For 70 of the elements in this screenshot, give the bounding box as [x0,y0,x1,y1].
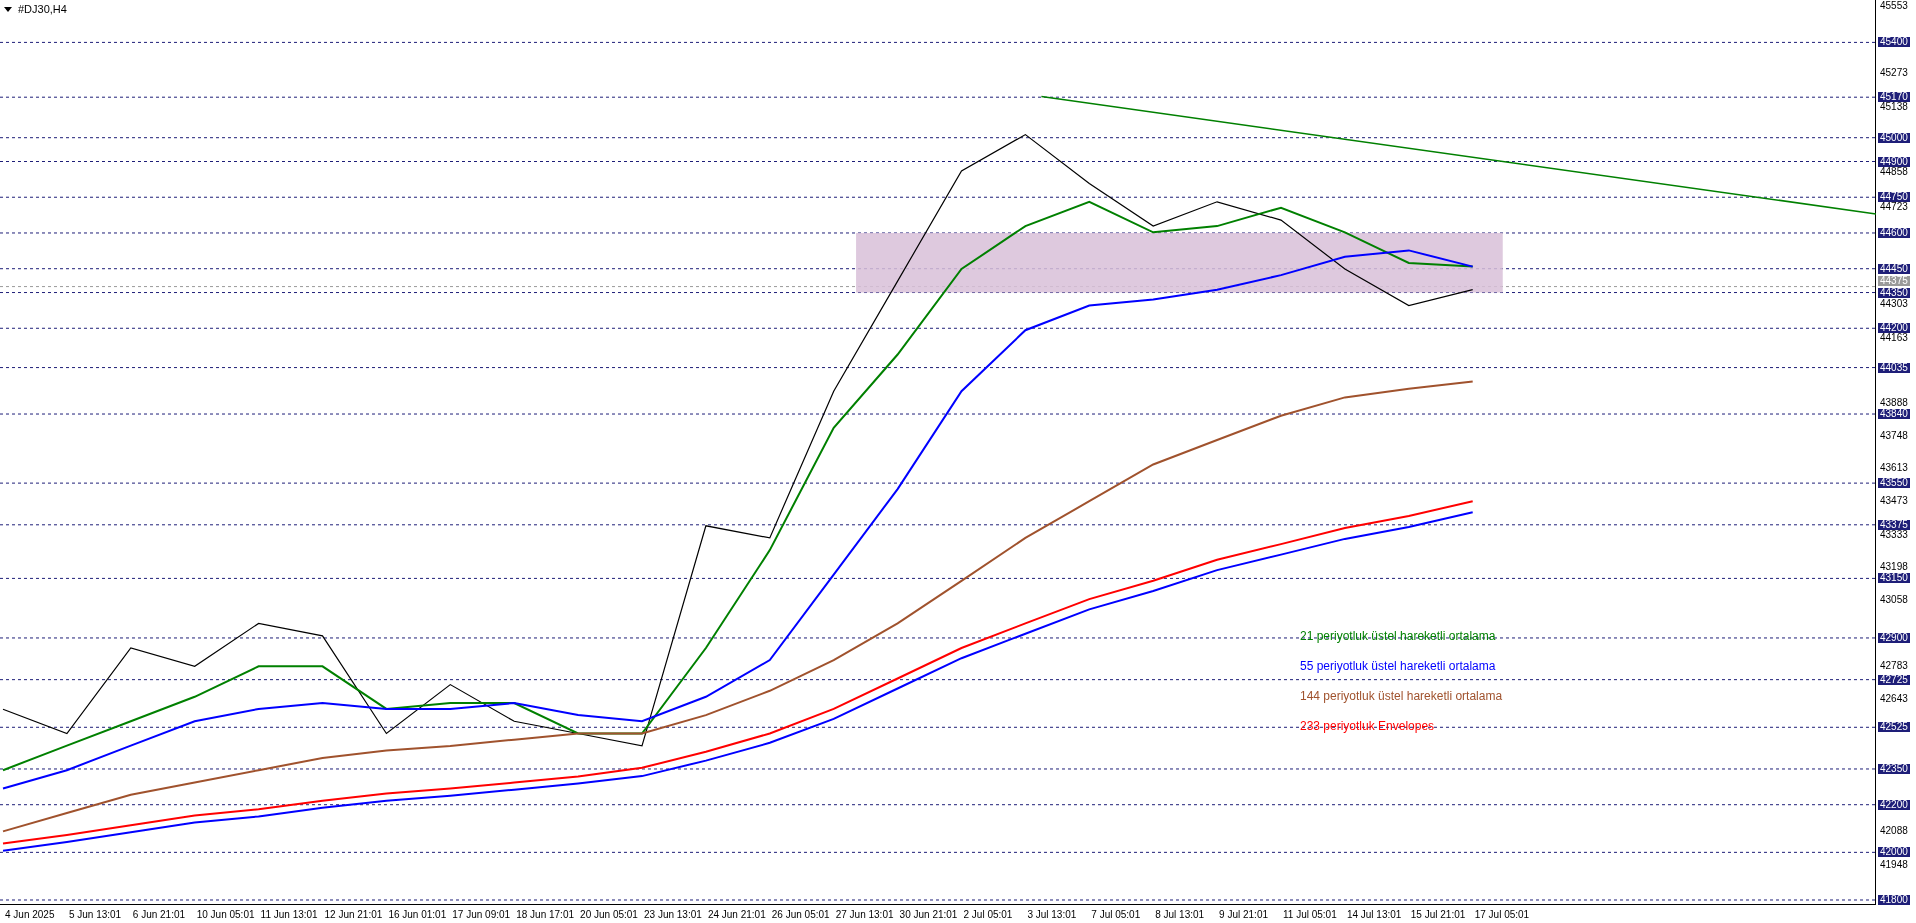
level-label: 44375 [1878,275,1910,286]
level-label: 44600 [1878,227,1910,238]
axis-label: 44303 [1880,298,1908,309]
axis-label: 26 Jun 05:01 [771,908,830,922]
level-label: 44450 [1878,263,1910,274]
axis-label: 43613 [1880,463,1908,474]
axis-label: 5 Jun 13:01 [68,908,122,922]
axis-label: 45138 [1880,102,1908,113]
level-label: 43150 [1878,573,1910,584]
level-label: 42900 [1878,632,1910,643]
axis-label: 43888 [1880,397,1908,408]
axis-label: 27 Jun 13:01 [835,908,894,922]
axis-label: 7 Jul 05:01 [1091,908,1141,922]
level-label: 43550 [1878,478,1910,489]
legend-label: 21 periyotluk üstel hareketli ortalama [1300,628,1497,645]
axis-label: 30 Jun 21:01 [899,908,958,922]
legend-label: 233 periyotluk Envelopes [1300,718,1436,735]
level-label: 41800 [1878,895,1910,905]
level-label: 45400 [1878,37,1910,48]
axis-label: 10 Jun 05:01 [196,908,255,922]
axis-label: 2 Jul 05:01 [963,908,1013,922]
axis-label: 16 Jun 01:01 [388,908,447,922]
level-label: 45170 [1878,92,1910,103]
level-label: 44200 [1878,323,1910,334]
level-label: 42200 [1878,799,1910,810]
axis-label: 43748 [1880,430,1908,441]
axis-label: 18 Jun 17:01 [516,908,574,922]
axis-label: 14 Jul 13:01 [1346,908,1402,922]
axis-label: 41948 [1880,859,1908,870]
legend-label: 144 periyotluk üstel hareketli ortalama [1300,688,1503,705]
level-label: 43375 [1878,519,1910,530]
axis-label: 44858 [1880,166,1908,177]
axis-label: 8 Jul 13:01 [1155,908,1205,922]
level-label: 42000 [1878,847,1910,858]
axis-label: 24 Jun 21:01 [707,908,766,922]
axis-label: 12 Jun 21:01 [324,908,383,922]
level-label: 42350 [1878,763,1910,774]
level-label: 43840 [1878,409,1910,419]
axis-label: 43473 [1880,496,1908,507]
axis-label: 11 Jul 05:01 [1283,908,1337,922]
axis-label: 9 Jul 21:01 [1219,908,1269,922]
axis-label: 15 Jul 21:01 [1410,908,1466,922]
axis-label: 42088 [1880,826,1908,837]
axis-label: 44163 [1880,333,1908,344]
level-label: 44750 [1878,192,1910,203]
axis-label: 43058 [1880,595,1908,606]
level-label: 42525 [1878,722,1910,733]
axis-label: 23 Jun 13:01 [644,908,702,922]
axis-label: 6 Jun 21:01 [132,908,186,922]
axis-label: 44723 [1880,202,1908,213]
axis-label: 3 Jul 13:01 [1027,908,1077,922]
axis-label: 11 Jun 13:01 [260,908,318,922]
chart-title: #DJ30,H4 [18,2,67,17]
axis-label: 42643 [1880,694,1908,705]
axis-label: 17 Jul 05:01 [1474,908,1530,922]
legend-label: 55 periyotluk üstel hareketli ortalama [1300,658,1497,675]
axis-label: 20 Jun 05:01 [580,908,638,922]
level-label: 44900 [1878,156,1910,167]
level-label: 44035 [1878,362,1910,373]
axis-label: 17 Jun 09:01 [452,908,511,922]
axis-label: 4 Jun 2025 [5,908,55,922]
axis-label: 45273 [1880,67,1908,78]
axis-label: 45553 [1880,0,1908,11]
axis-label: 43198 [1880,561,1908,572]
axis-label: 42783 [1880,660,1908,671]
level-label: 45000 [1878,132,1910,143]
level-label: 42725 [1878,674,1910,685]
level-label: 44350 [1878,287,1910,298]
axis-label: 43333 [1880,529,1908,540]
caret-icon[interactable] [4,6,12,12]
